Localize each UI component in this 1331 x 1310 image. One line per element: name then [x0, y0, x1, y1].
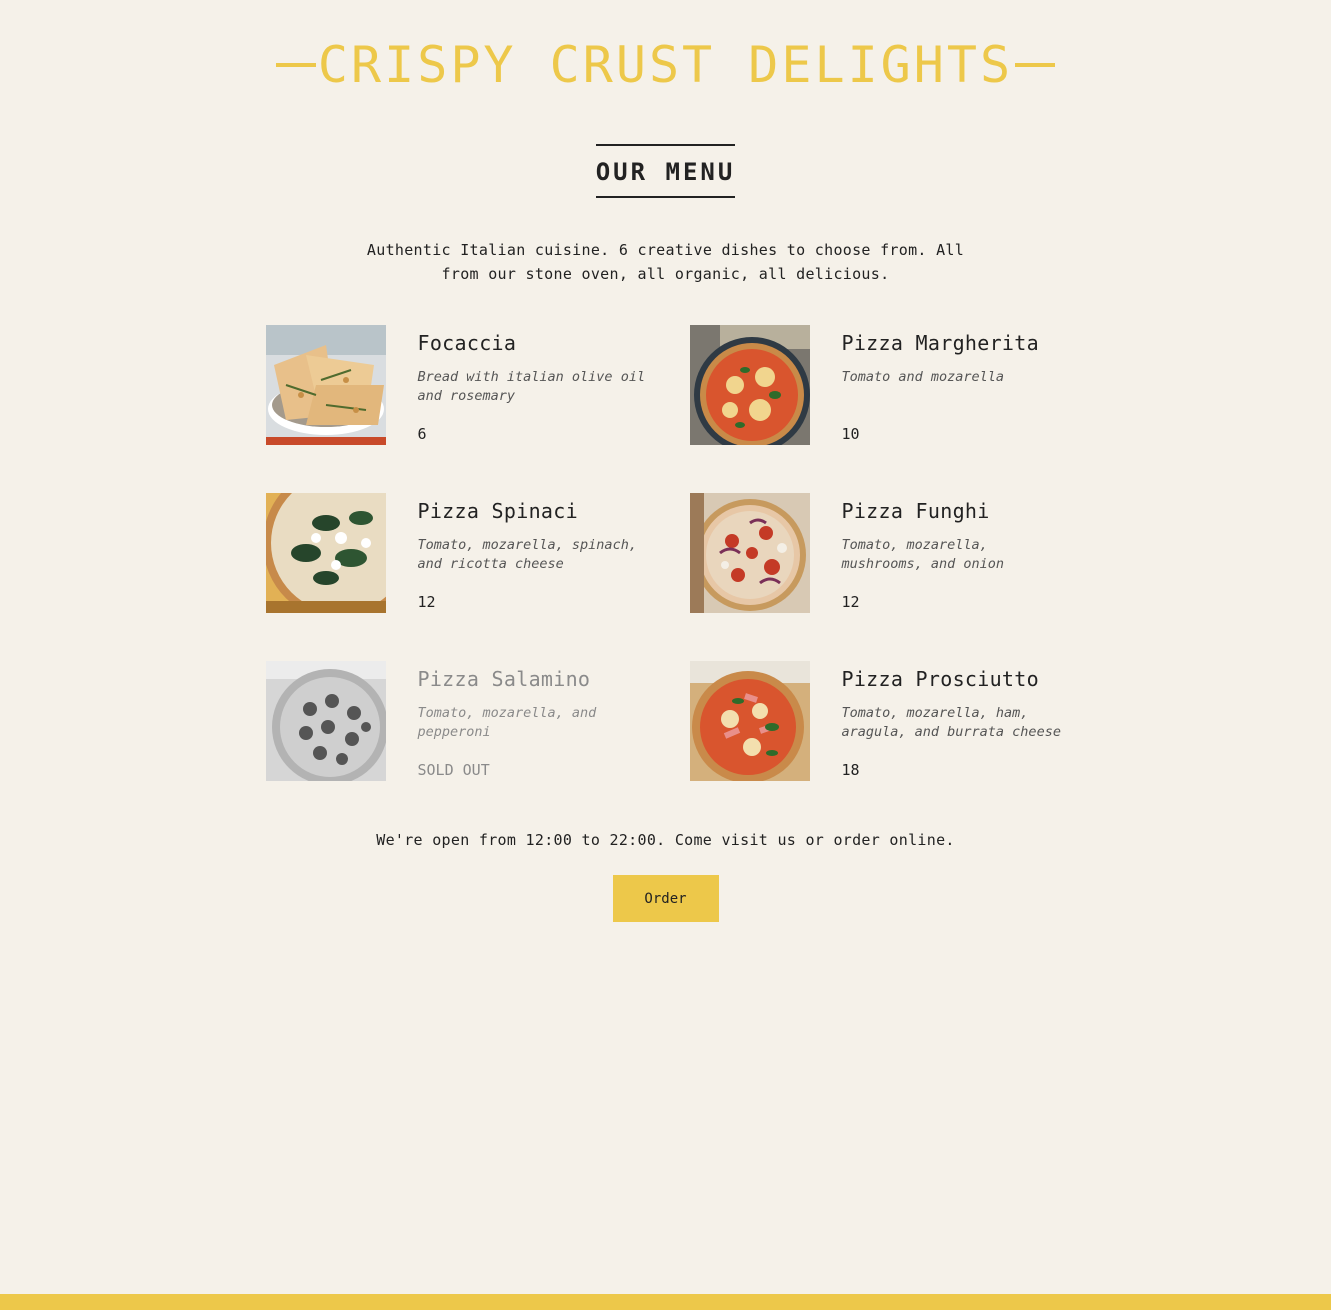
- brand-dash-left: [275, 63, 316, 67]
- menu-grid: Focaccia Bread with italian olive oil an…: [265, 325, 1066, 781]
- sold-out-label: SOLD OUT: [417, 761, 490, 779]
- menu-item-description: Tomato, mozarella, and pepperoni: [417, 705, 597, 740]
- brand-title: CRISPY CRUST DELIGHTS: [317, 36, 1014, 94]
- menu-item-focaccia: Focaccia Bread with italian olive oil an…: [265, 325, 690, 445]
- brand-dash-right: [1015, 63, 1056, 67]
- menu-item-description: Tomato and mozarella: [841, 369, 1005, 385]
- margherita-photo: [689, 325, 810, 445]
- menu-heading-wrap: OUR MENU: [266, 144, 1066, 198]
- order-button[interactable]: Order: [612, 875, 719, 922]
- menu-item-description: Tomato, mozarella, ham, aragula, and bur…: [841, 705, 1061, 740]
- funghi-photo: [689, 493, 810, 613]
- menu-item-name: Pizza Salamino: [417, 667, 591, 691]
- menu-item-spinaci: Pizza Spinaci Tomato, mozarella, spinach…: [265, 493, 690, 613]
- menu-item-price: 10: [841, 425, 860, 443]
- order-button-wrap: Order: [266, 875, 1066, 922]
- menu-item-info: Pizza Margherita Tomato and mozarella 10: [842, 325, 1066, 445]
- menu-heading: OUR MENU: [595, 144, 736, 198]
- footer-bar: [0, 1294, 1331, 1310]
- menu-item-prosciutto: Pizza Prosciutto Tomato, mozarella, ham,…: [689, 661, 1066, 781]
- menu-item-name: Pizza Margherita: [841, 331, 1039, 355]
- menu-item-price: 6: [417, 425, 427, 443]
- opening-hours: We're open from 12:00 to 22:00. Come vis…: [376, 831, 955, 849]
- page: CRISPY CRUST DELIGHTS OUR MENU Authentic…: [265, 34, 1066, 922]
- menu-intro: Authentic Italian cuisine. 6 creative di…: [366, 241, 965, 283]
- menu-item-name: Pizza Spinaci: [417, 499, 578, 523]
- menu-item-funghi: Pizza Funghi Tomato, mozarella, mushroom…: [689, 493, 1066, 613]
- focaccia-photo: [265, 325, 386, 445]
- salamino-photo: [265, 661, 386, 781]
- menu-item-description: Tomato, mozarella, spinach, and ricotta …: [417, 537, 637, 572]
- menu-item-salamino: Pizza Salamino Tomato, mozarella, and pe…: [265, 661, 690, 781]
- menu-item-name: Pizza Prosciutto: [841, 667, 1039, 691]
- prosciutto-photo: [689, 661, 810, 781]
- menu-item-info: Focaccia Bread with italian olive oil an…: [418, 325, 658, 445]
- spinaci-photo: [265, 493, 386, 613]
- menu-item-description: Tomato, mozarella, mushrooms, and onion: [841, 537, 1005, 572]
- menu-item-price: 18: [841, 761, 860, 779]
- menu-item-price: 12: [417, 593, 436, 611]
- menu-item-info: Pizza Funghi Tomato, mozarella, mushroom…: [842, 493, 1066, 613]
- menu-item-price: 12: [841, 593, 860, 611]
- menu-item-name: Pizza Funghi: [841, 499, 990, 523]
- menu-item-info: Pizza Prosciutto Tomato, mozarella, ham,…: [842, 661, 1066, 781]
- menu-item-margherita: Pizza Margherita Tomato and mozarella 10: [689, 325, 1066, 445]
- menu-item-info: Pizza Salamino Tomato, mozarella, and pe…: [418, 661, 658, 781]
- menu-item-description: Bread with italian olive oil and rosemar…: [417, 369, 646, 404]
- menu-item-name: Focaccia: [417, 331, 517, 355]
- brand-header: CRISPY CRUST DELIGHTS: [266, 34, 1066, 96]
- menu-item-info: Pizza Spinaci Tomato, mozarella, spinach…: [418, 493, 658, 613]
